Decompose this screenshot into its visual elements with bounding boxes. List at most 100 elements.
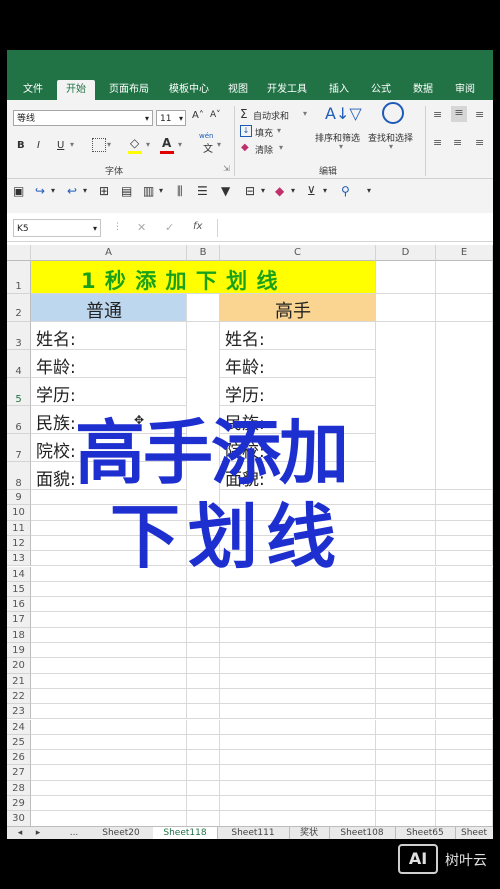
- grid-cell[interactable]: [187, 750, 220, 766]
- fill-color-dropdown-icon[interactable]: ▾: [146, 140, 150, 149]
- column-header-e[interactable]: E: [436, 245, 493, 261]
- grid-cell[interactable]: 姓名:: [220, 322, 376, 350]
- grid-cell[interactable]: [220, 734, 376, 751]
- grid-cell[interactable]: [436, 673, 493, 689]
- save-icon[interactable]: ▣: [13, 184, 24, 198]
- row-header[interactable]: 12: [7, 535, 31, 552]
- rows-icon[interactable]: ☰: [197, 184, 208, 198]
- sort-dropdown-icon[interactable]: ▾: [339, 142, 343, 151]
- grid-cell[interactable]: [436, 719, 493, 735]
- grid-cell[interactable]: [436, 566, 493, 582]
- grid-cell[interactable]: [31, 612, 187, 628]
- grid-cell[interactable]: [436, 688, 493, 705]
- formula-bar-splitter-icon[interactable]: ⋮: [113, 222, 122, 232]
- grid-cell[interactable]: [31, 658, 187, 674]
- autosum-dropdown-icon[interactable]: ▾: [303, 109, 307, 118]
- align-middle-icon[interactable]: ≡: [451, 106, 467, 122]
- align-left-icon[interactable]: ≡: [433, 136, 442, 149]
- fx-icon[interactable]: fx: [193, 221, 202, 232]
- grid-cell[interactable]: [436, 490, 493, 506]
- grid-cell[interactable]: [31, 750, 187, 766]
- row-header[interactable]: 24: [7, 719, 31, 735]
- fill-button[interactable]: 填充: [255, 126, 273, 139]
- clear-format-icon[interactable]: ◆: [275, 184, 284, 198]
- sheet-next-button[interactable]: ▸: [29, 827, 47, 839]
- tab-insert[interactable]: 插入: [321, 80, 357, 100]
- filter-icon[interactable]: ▼: [221, 184, 230, 198]
- grid-cell[interactable]: [376, 581, 436, 598]
- grid-cell[interactable]: [31, 780, 187, 796]
- grid-cell[interactable]: [187, 719, 220, 735]
- font-dialog-launcher-icon[interactable]: ⇲: [223, 164, 230, 173]
- grid-cell[interactable]: [187, 597, 220, 613]
- tab-file[interactable]: 文件: [13, 80, 53, 100]
- grid-cell[interactable]: [376, 505, 436, 521]
- grid-cell[interactable]: [187, 780, 220, 796]
- paste-dropdown-icon[interactable]: ▾: [159, 186, 163, 195]
- undo-icon[interactable]: ↩: [67, 184, 77, 198]
- grid-cell[interactable]: [376, 322, 436, 490]
- grid-cell[interactable]: [376, 490, 436, 506]
- grid-cell[interactable]: [436, 643, 493, 659]
- grid-cell[interactable]: [220, 704, 376, 720]
- grid-cell[interactable]: [220, 658, 376, 674]
- column-header-a[interactable]: A: [31, 245, 187, 261]
- grid-cell[interactable]: [220, 765, 376, 781]
- row-header[interactable]: 22: [7, 688, 31, 705]
- row-header[interactable]: 7: [7, 434, 31, 462]
- grid-cell[interactable]: [187, 796, 220, 812]
- grid-cell[interactable]: [31, 704, 187, 720]
- autosum-button[interactable]: 自动求和: [253, 109, 289, 122]
- sheet-tab-active[interactable]: Sheet118: [153, 827, 218, 839]
- grid-cell[interactable]: 年龄:: [31, 350, 187, 378]
- row-header[interactable]: 6: [7, 406, 31, 434]
- grid-cell[interactable]: [187, 704, 220, 720]
- grid-cell[interactable]: [376, 673, 436, 689]
- align-top-icon[interactable]: ≡: [433, 108, 442, 121]
- grid-cell[interactable]: [376, 796, 436, 812]
- grid-cell[interactable]: [436, 520, 493, 536]
- find-icon[interactable]: ⚲: [341, 184, 350, 198]
- row-header[interactable]: 29: [7, 796, 31, 812]
- grid-icon[interactable]: ⊞: [99, 184, 109, 198]
- grid-cell[interactable]: [187, 673, 220, 689]
- grid-cell[interactable]: [436, 322, 493, 490]
- cancel-icon[interactable]: ✕: [137, 221, 146, 234]
- grid-cell[interactable]: [31, 627, 187, 643]
- conditional-dropdown-icon[interactable]: ▾: [261, 186, 265, 195]
- tab-data[interactable]: 数据: [405, 80, 441, 100]
- grid-cell[interactable]: [376, 704, 436, 720]
- fill-color-icon[interactable]: ◇: [130, 136, 139, 150]
- row-header[interactable]: 8: [7, 462, 31, 490]
- name-box[interactable]: K5 ▾: [13, 219, 101, 237]
- font-color-button[interactable]: A: [162, 136, 171, 150]
- font-size-select[interactable]: 11 ▾: [156, 110, 186, 126]
- grid-cell[interactable]: [220, 688, 376, 705]
- row-header[interactable]: 17: [7, 612, 31, 628]
- tab-home[interactable]: 开始: [57, 80, 95, 100]
- grid-cell[interactable]: [376, 658, 436, 674]
- clear-dropdown-icon[interactable]: ▾: [279, 143, 283, 152]
- row-header[interactable]: 25: [7, 734, 31, 751]
- grid-cell[interactable]: [187, 627, 220, 643]
- sort-icon[interactable]: ⊻: [307, 184, 316, 198]
- grid-cell[interactable]: [31, 581, 187, 598]
- grid-cell[interactable]: [436, 551, 493, 567]
- select-all-corner[interactable]: [7, 245, 31, 261]
- row-header[interactable]: 20: [7, 658, 31, 674]
- clear-button[interactable]: 清除: [255, 143, 273, 156]
- confirm-icon[interactable]: ✓: [165, 221, 174, 234]
- tab-view[interactable]: 视图: [221, 80, 255, 100]
- grid-cell[interactable]: [436, 505, 493, 521]
- title-cell[interactable]: 1 秒 添 加 下 划 线: [31, 261, 376, 294]
- tab-page-layout[interactable]: 页面布局: [101, 80, 157, 100]
- grid-cell[interactable]: [436, 796, 493, 812]
- grid-cell[interactable]: [187, 688, 220, 705]
- grid-cell[interactable]: [436, 535, 493, 552]
- sheet-more-button[interactable]: ...: [63, 827, 85, 839]
- column-header-b[interactable]: B: [187, 245, 220, 261]
- row-header[interactable]: 5: [7, 378, 31, 406]
- grid-cell[interactable]: [436, 612, 493, 628]
- grid-cell[interactable]: [187, 643, 220, 659]
- grid-cell[interactable]: [436, 581, 493, 598]
